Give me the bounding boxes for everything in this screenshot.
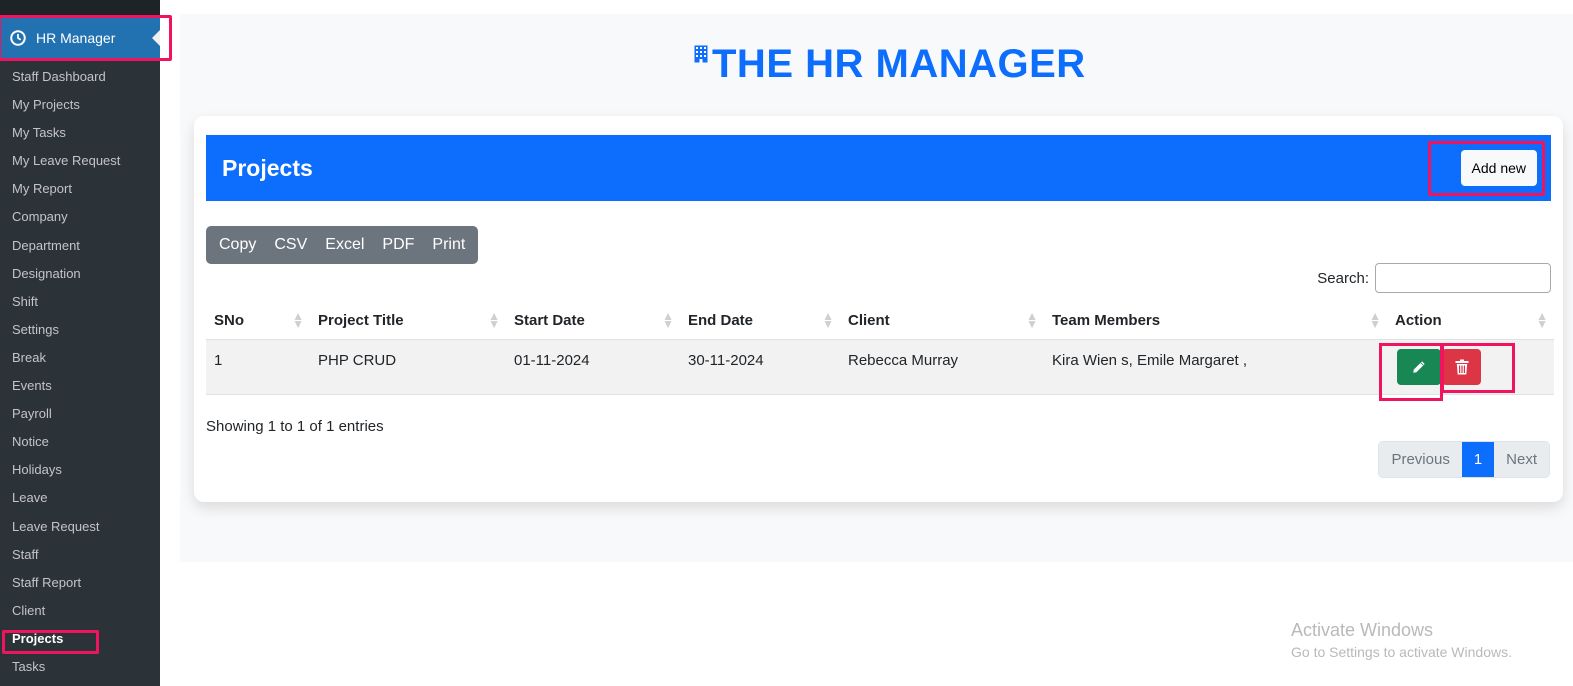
cell-sno: 1 — [206, 339, 310, 395]
csv-button[interactable]: CSV — [265, 226, 316, 264]
sidebar-item-my-tasks[interactable]: My Tasks — [0, 119, 160, 147]
sort-icon: ▲ ▼ — [662, 309, 674, 331]
cell-end-date: 30-11-2024 — [680, 339, 840, 395]
sidebar-menu: Staff Dashboard My Projects My Tasks My … — [0, 63, 160, 681]
cell-start-date: 01-11-2024 — [506, 339, 680, 395]
sidebar-top-bar — [0, 0, 160, 16]
sidebar-item-leave-request[interactable]: Leave Request — [0, 513, 160, 541]
sidebar-item-projects[interactable]: Projects — [0, 625, 160, 653]
card-header: Projects Add new — [206, 135, 1551, 201]
pagination-previous[interactable]: Previous — [1379, 442, 1462, 477]
building-icon — [694, 45, 708, 63]
watermark-subtitle: Go to Settings to activate Windows. — [1291, 644, 1512, 660]
table-header-row: SNo ▲ ▼ Project Title ▲ ▼ Start Date ▲ ▼ End D… — [206, 302, 1554, 340]
edit-button[interactable] — [1397, 348, 1441, 385]
delete-button[interactable] — [1442, 348, 1481, 385]
search-field: Search: — [1317, 263, 1551, 293]
column-label: End Date — [688, 311, 754, 329]
projects-card: Projects Add new Copy CSV Excel PDF Prin… — [194, 116, 1563, 502]
print-button[interactable]: Print — [423, 226, 474, 264]
sidebar-item-staff[interactable]: Staff — [0, 541, 160, 569]
sort-icon: ▲ ▼ — [822, 309, 834, 331]
activate-windows-watermark: Activate Windows Go to Settings to activ… — [1291, 620, 1512, 660]
sidebar-item-client[interactable]: Client — [0, 597, 160, 625]
active-arrow-icon — [152, 30, 160, 46]
column-header-project-title[interactable]: Project Title ▲ ▼ — [310, 302, 506, 340]
clock-icon — [10, 30, 26, 46]
cell-action — [1387, 339, 1554, 395]
cell-client: Rebecca Murray — [840, 339, 1044, 395]
sidebar-item-leave[interactable]: Leave — [0, 484, 160, 512]
page-title: THE HR MANAGER — [694, 42, 1086, 87]
sidebar-item-events[interactable]: Events — [0, 372, 160, 400]
search-label: Search: — [1317, 269, 1369, 287]
column-header-client[interactable]: Client ▲ ▼ — [840, 302, 1044, 340]
projects-table: SNo ▲ ▼ Project Title ▲ ▼ Start Date ▲ ▼ End D… — [206, 302, 1554, 395]
card-title: Projects — [222, 154, 313, 181]
watermark-title: Activate Windows — [1291, 620, 1434, 640]
pagination-next[interactable]: Next — [1494, 442, 1549, 477]
column-header-sno[interactable]: SNo ▲ ▼ — [206, 302, 310, 340]
sidebar-item-my-projects[interactable]: My Projects — [0, 91, 160, 119]
sort-icon: ▲ ▼ — [292, 309, 304, 331]
pencil-icon — [1413, 360, 1425, 373]
cell-team-members: Kira Wien s, Emile Margaret , — [1044, 339, 1387, 395]
pagination-page-1[interactable]: 1 — [1461, 442, 1495, 477]
copy-button[interactable]: Copy — [210, 226, 265, 264]
column-header-start-date[interactable]: Start Date ▲ ▼ — [506, 302, 680, 340]
export-button-group: Copy CSV Excel PDF Print — [206, 226, 479, 264]
excel-button[interactable]: Excel — [316, 226, 373, 264]
pagination: Previous 1 Next — [1378, 441, 1550, 478]
table-info: Showing 1 to 1 of 1 entries — [206, 418, 384, 435]
column-label: Team Members — [1052, 311, 1161, 329]
sidebar: HR Manager Staff Dashboard My Projects M… — [0, 0, 172, 686]
page-title-text: THE HR MANAGER — [712, 42, 1086, 86]
column-label: Client — [848, 311, 890, 329]
sort-icon: ▲ ▼ — [488, 309, 500, 331]
sidebar-item-holidays[interactable]: Holidays — [0, 456, 160, 484]
sort-icon: ▲ ▼ — [1536, 309, 1548, 331]
sidebar-item-staff-report[interactable]: Staff Report — [0, 569, 160, 597]
sidebar-item-staff-dashboard[interactable]: Staff Dashboard — [0, 63, 160, 91]
sidebar-item-designation[interactable]: Designation — [0, 260, 160, 288]
table-row: 1 PHP CRUD 01-11-2024 30-11-2024 Rebecca… — [206, 339, 1554, 395]
column-header-end-date[interactable]: End Date ▲ ▼ — [680, 302, 840, 340]
cell-project-title: PHP CRUD — [310, 339, 506, 395]
column-header-team-members[interactable]: Team Members ▲ ▼ — [1044, 302, 1387, 340]
sidebar-item-my-leave-request[interactable]: My Leave Request — [0, 147, 160, 175]
sidebar-item-shift[interactable]: Shift — [0, 288, 160, 316]
sidebar-item-my-report[interactable]: My Report — [0, 175, 160, 203]
sidebar-item-company[interactable]: Company — [0, 203, 160, 231]
column-label: Action — [1395, 311, 1442, 329]
add-new-button[interactable]: Add new — [1460, 150, 1537, 186]
sidebar-item-notice[interactable]: Notice — [0, 428, 160, 456]
sidebar-item-settings[interactable]: Settings — [0, 316, 160, 344]
column-label: SNo — [214, 311, 244, 329]
column-label: Start Date — [514, 311, 585, 329]
sidebar-item-break[interactable]: Break — [0, 344, 160, 372]
column-header-action[interactable]: Action ▲ ▼ — [1387, 302, 1554, 340]
sidebar-item-department[interactable]: Department — [0, 232, 160, 260]
search-input[interactable] — [1375, 263, 1551, 293]
sidebar-item-tasks[interactable]: Tasks — [0, 653, 160, 681]
column-label: Project Title — [318, 311, 404, 329]
pdf-button[interactable]: PDF — [373, 226, 423, 264]
sort-icon: ▲ ▼ — [1026, 309, 1038, 331]
sidebar-header-label: HR Manager — [36, 30, 116, 46]
sort-icon: ▲ ▼ — [1369, 309, 1381, 331]
sidebar-header-hr-manager[interactable]: HR Manager — [0, 18, 160, 58]
trash-icon — [1455, 359, 1468, 374]
sidebar-item-payroll[interactable]: Payroll — [0, 400, 160, 428]
